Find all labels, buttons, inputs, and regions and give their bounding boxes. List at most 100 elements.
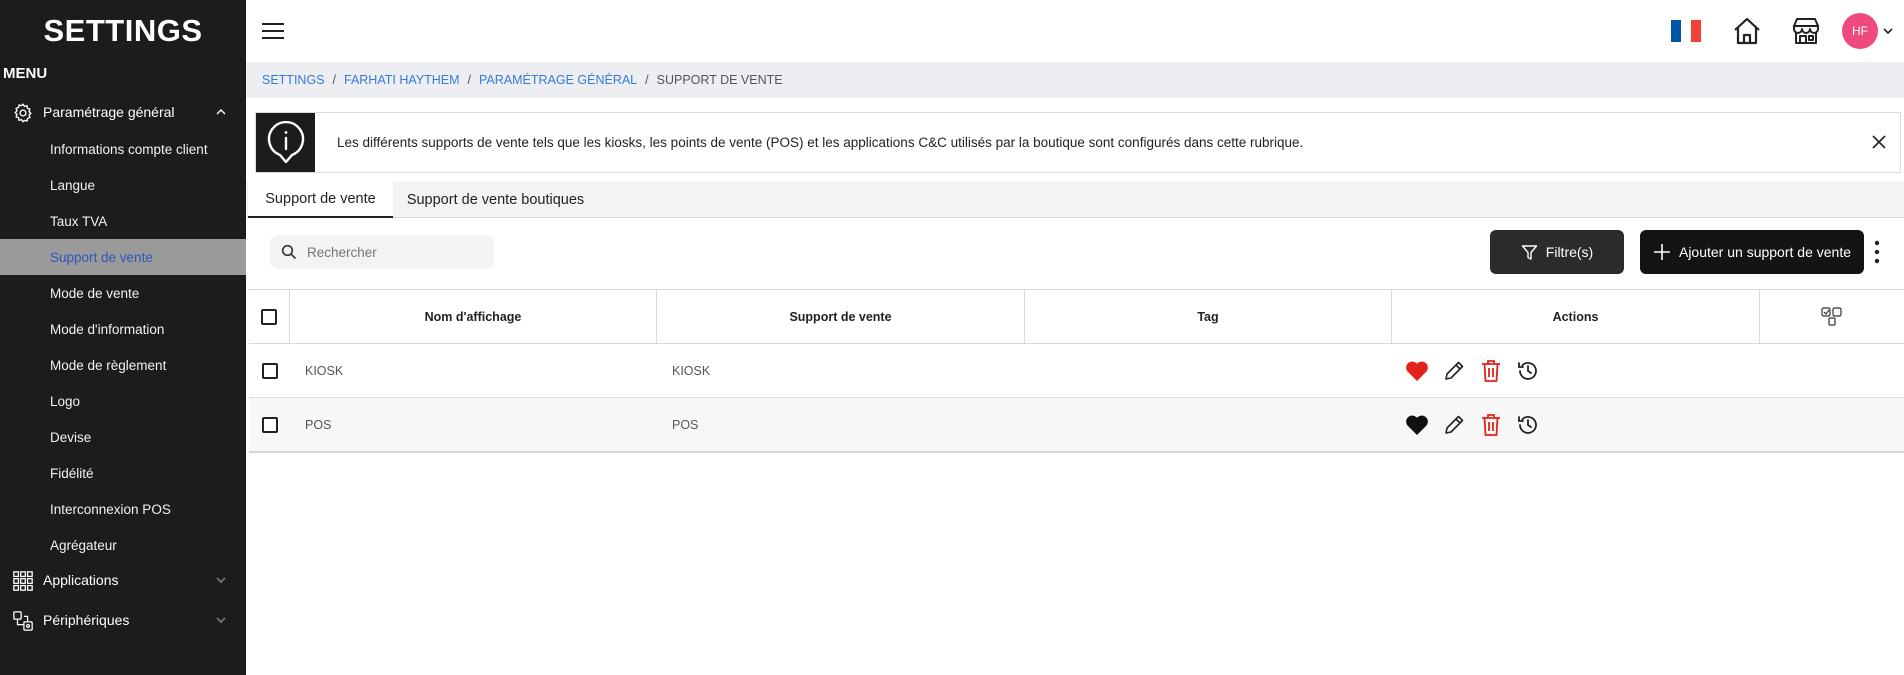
flag-stripe-white bbox=[1681, 20, 1691, 42]
column-settings-icon[interactable] bbox=[1819, 304, 1845, 330]
history-button[interactable] bbox=[1515, 358, 1541, 384]
table-header-row: Nom d'affichage Support de vente Tag Act… bbox=[249, 290, 1904, 344]
trash-icon bbox=[1482, 413, 1500, 436]
tab-support-de-vente[interactable]: Support de vente bbox=[248, 181, 393, 218]
tab-support-de-vente-boutiques[interactable]: Support de vente boutiques bbox=[393, 181, 598, 218]
apps-grid-icon bbox=[13, 571, 33, 591]
table-row[interactable]: KIOSK KIOSK bbox=[249, 344, 1904, 398]
cell-empty bbox=[1760, 398, 1904, 451]
add-support-button[interactable]: Ajouter un support de vente bbox=[1640, 230, 1864, 274]
flag-stripe-red bbox=[1691, 20, 1701, 42]
sidebar-item-fidelite[interactable]: Fidélité bbox=[0, 455, 246, 491]
sidebar-item-agregateur[interactable]: Agrégateur bbox=[0, 527, 246, 563]
nav-group-label: Périphériques bbox=[43, 612, 130, 628]
tabs: Support de vente Support de vente boutiq… bbox=[246, 181, 1904, 218]
info-banner: Les différents supports de vente tels qu… bbox=[255, 112, 1901, 173]
chevron-down-icon[interactable] bbox=[1883, 27, 1893, 35]
nav-group-peripheriques[interactable]: Périphériques bbox=[0, 603, 246, 637]
search-box[interactable] bbox=[270, 235, 494, 269]
favorite-button[interactable] bbox=[1404, 412, 1430, 438]
sidebar-item-interconnexion-pos[interactable]: Interconnexion POS bbox=[0, 491, 246, 527]
topbar: HF bbox=[246, 0, 1904, 62]
history-icon bbox=[1518, 361, 1537, 380]
nav-group-parametrage-general[interactable]: Paramétrage général bbox=[0, 95, 246, 129]
search-input[interactable] bbox=[307, 244, 477, 260]
select-all-checkbox[interactable] bbox=[261, 308, 277, 325]
row-select-cell bbox=[249, 398, 290, 451]
sidebar-item-informations-compte-client[interactable]: Informations compte client bbox=[0, 131, 246, 167]
filter-icon bbox=[1521, 244, 1537, 260]
search-icon bbox=[281, 244, 297, 260]
sidebar-item-logo[interactable]: Logo bbox=[0, 383, 246, 419]
add-support-button-label: Ajouter un support de vente bbox=[1678, 244, 1851, 260]
breadcrumb-parametrage-general[interactable]: PARAMÉTRAGE GÉNÉRAL bbox=[479, 73, 637, 87]
close-icon[interactable] bbox=[1870, 133, 1888, 151]
cell-empty bbox=[1760, 344, 1904, 397]
breadcrumb-separator: / bbox=[467, 73, 471, 87]
breadcrumb: SETTINGS / FARHATI HAYTHEM / PARAMÉTRAGE… bbox=[246, 62, 1904, 98]
info-icon-box bbox=[256, 113, 315, 172]
column-header-actions: Actions bbox=[1392, 290, 1760, 343]
filter-button[interactable]: Filtre(s) bbox=[1490, 230, 1624, 274]
heart-filled-icon bbox=[1406, 361, 1428, 381]
chevron-down-icon bbox=[216, 577, 226, 583]
pencil-icon bbox=[1445, 415, 1464, 434]
pencil-icon bbox=[1445, 361, 1464, 380]
breadcrumb-farhati-haythem[interactable]: FARHATI HAYTHEM bbox=[344, 73, 460, 87]
store-icon[interactable] bbox=[1789, 14, 1823, 48]
column-header-nom[interactable]: Nom d'affichage bbox=[290, 290, 657, 343]
menu-label: MENU bbox=[3, 65, 48, 82]
cell-tag bbox=[1025, 398, 1392, 451]
breadcrumb-current: SUPPORT DE VENTE bbox=[656, 73, 783, 87]
history-button[interactable] bbox=[1515, 412, 1541, 438]
sidebar-item-mode-de-vente[interactable]: Mode de vente bbox=[0, 275, 246, 311]
nav-group-label: Applications bbox=[43, 572, 119, 588]
edit-button[interactable] bbox=[1441, 358, 1467, 384]
cell-support: POS bbox=[672, 417, 699, 432]
info-text: Les différents supports de vente tels qu… bbox=[337, 135, 1304, 150]
column-settings-cell bbox=[1760, 290, 1904, 343]
cell-actions bbox=[1392, 344, 1760, 397]
delete-button[interactable] bbox=[1478, 358, 1504, 384]
nav-group-label: Paramétrage général bbox=[43, 104, 175, 120]
cell-tag bbox=[1025, 344, 1392, 397]
cell-support: KIOSK bbox=[672, 363, 711, 378]
gear-icon bbox=[14, 103, 32, 123]
table-bottom-divider bbox=[249, 451, 1904, 453]
select-all-cell bbox=[249, 290, 290, 343]
table-row[interactable]: POS POS bbox=[249, 398, 1904, 452]
filter-button-label: Filtre(s) bbox=[1545, 244, 1594, 260]
column-header-tag[interactable]: Tag bbox=[1025, 290, 1392, 343]
nav-group-applications[interactable]: Applications bbox=[0, 563, 246, 597]
language-flag-fr[interactable] bbox=[1671, 20, 1701, 42]
sidebar-item-mode-information[interactable]: Mode d'information bbox=[0, 311, 246, 347]
menu-icon[interactable] bbox=[260, 18, 286, 44]
plus-icon bbox=[1653, 244, 1670, 260]
app-title: SETTINGS bbox=[43, 13, 203, 48]
sidebar-item-langue[interactable]: Langue bbox=[0, 167, 246, 203]
sidebar-item-taux-tva[interactable]: Taux TVA bbox=[0, 203, 246, 239]
sidebar-subitems: Informations compte client Langue Taux T… bbox=[0, 131, 246, 563]
cell-nom: POS bbox=[305, 417, 332, 432]
sidebar-item-support-de-vente[interactable]: Support de vente bbox=[0, 239, 246, 275]
breadcrumb-separator: / bbox=[645, 73, 649, 87]
flag-stripe-blue bbox=[1671, 20, 1681, 42]
cell-actions bbox=[1392, 398, 1760, 451]
home-icon[interactable] bbox=[1730, 14, 1764, 48]
favorite-button[interactable] bbox=[1404, 358, 1430, 384]
trash-icon bbox=[1482, 359, 1500, 382]
chevron-up-icon bbox=[216, 109, 226, 115]
sidebar-item-mode-de-reglement[interactable]: Mode de règlement bbox=[0, 347, 246, 383]
edit-button[interactable] bbox=[1441, 412, 1467, 438]
devices-icon bbox=[13, 611, 33, 631]
more-vertical-icon[interactable] bbox=[1871, 238, 1883, 266]
chevron-down-icon bbox=[216, 617, 226, 623]
row-checkbox[interactable] bbox=[261, 416, 278, 433]
breadcrumb-settings[interactable]: SETTINGS bbox=[262, 73, 325, 87]
breadcrumb-separator: / bbox=[332, 73, 336, 87]
avatar[interactable]: HF bbox=[1842, 13, 1878, 49]
delete-button[interactable] bbox=[1478, 412, 1504, 438]
column-header-support[interactable]: Support de vente bbox=[657, 290, 1025, 343]
sidebar-item-devise[interactable]: Devise bbox=[0, 419, 246, 455]
row-checkbox[interactable] bbox=[261, 362, 278, 379]
